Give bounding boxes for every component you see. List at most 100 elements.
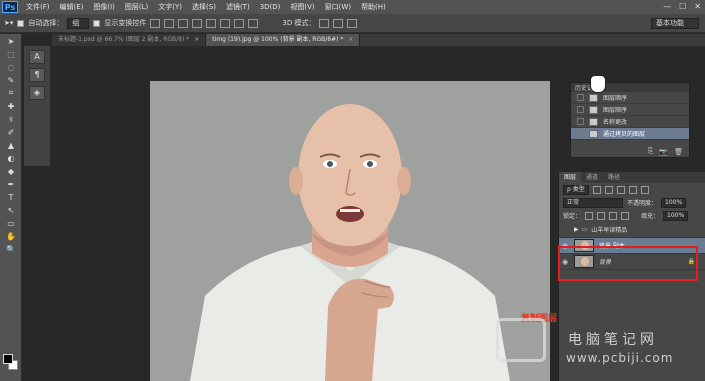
paragraph-panel-button[interactable]: ¶ [29,68,45,82]
tool-icon[interactable]: ◌ [4,61,18,73]
lock-pixels-icon[interactable] [597,211,606,220]
menu-view[interactable]: 视图(V) [285,2,319,12]
history-state-icon [589,117,598,126]
filter-adjust-icon[interactable] [604,185,613,194]
lock-position-icon[interactable] [609,211,618,220]
align-bottom-icon[interactable] [178,18,189,28]
tool-icon[interactable]: ↖ [4,204,18,216]
auto-select-label: 自动选择： [28,19,64,27]
tool-icon[interactable]: ✎ [4,74,18,86]
tool-icon[interactable]: ⌗ [4,87,18,99]
photo-bald-man [150,81,550,381]
rotate-3d-icon[interactable] [319,18,330,28]
tool-icon[interactable]: ✒ [4,178,18,190]
menu-3d[interactable]: 3D(D) [255,3,286,11]
workspace-dropdown[interactable]: 基本功能 [651,18,699,29]
menu-select[interactable]: 选择(S) [187,2,221,12]
menu-type[interactable]: 文字(Y) [153,2,187,12]
align-right-icon[interactable] [220,18,231,28]
tab-label: timg (19).jpg @ 100% (背景 副本, RGB/8#) * [212,36,344,43]
snapshot-icon[interactable]: 📷 [659,148,668,156]
distribute-icon[interactable] [234,18,245,28]
distribute-icon[interactable] [248,18,259,28]
close-icon[interactable]: ✕ [694,2,701,11]
tab-channels[interactable]: 通道 [581,172,603,183]
menu-help[interactable]: 帮助(H) [356,2,391,12]
filter-smart-icon[interactable] [640,185,649,194]
history-item[interactable]: 图层顺序 [571,92,689,104]
tool-icon[interactable]: 🔍 [4,243,18,255]
tool-icon[interactable]: ✐ [4,126,18,138]
layer-group-row[interactable]: ▶ ▭ 山羊早读精品 [559,222,705,238]
history-item-selected[interactable]: 通过拷贝的图层 [571,128,689,140]
pan-3d-icon[interactable] [333,18,344,28]
tool-icon[interactable]: T [4,191,18,203]
tab-layers[interactable]: 图层 [559,172,582,183]
filter-pixel-icon[interactable] [592,185,601,194]
3d-panel-button[interactable]: ◈ [29,86,45,100]
options-bar: ➤▾ 自动选择： 组 显示变换控件 3D 模式： 基本功能 [0,14,705,33]
watermark-url: www.pcbiji.com [566,351,674,365]
tool-icon[interactable]: ➤ [4,35,18,47]
move-tool-icon[interactable]: ➤▾ [4,19,13,27]
chevron-right-icon[interactable]: ▶ [574,226,579,233]
document-canvas[interactable] [150,81,550,381]
auto-select-checkbox[interactable] [17,19,25,27]
menu-image[interactable]: 图像(I) [88,2,120,12]
maximize-icon[interactable]: ☐ [679,2,686,11]
tool-icon[interactable]: ⚕ [4,113,18,125]
folder-icon: ▭ [581,226,588,233]
tool-icon[interactable]: ◆ [4,165,18,177]
auto-select-dropdown[interactable]: 组 [67,17,90,29]
align-top-icon[interactable] [150,18,161,28]
tool-icon[interactable]: ▭ [4,217,18,229]
tool-icon[interactable]: ▲ [4,139,18,151]
history-item[interactable]: 图层顺序 [571,104,689,116]
foreground-color-swatch[interactable] [3,354,13,364]
opacity-input[interactable]: 100% [661,197,687,208]
tool-icon[interactable]: ✚ [4,100,18,112]
blend-row: 正常 不透明度： 100% [559,196,705,209]
trash-icon[interactable]: 🗑 [674,148,683,156]
align-center-icon[interactable] [206,18,217,28]
history-state-icon [589,129,598,138]
tool-icon[interactable]: ✋ [4,230,18,242]
window-controls: — ☐ ✕ [663,2,701,11]
menu-edit[interactable]: 编辑(E) [55,2,89,12]
photoshop-logo: Ps [2,1,18,13]
align-middle-icon[interactable] [164,18,175,28]
align-left-icon[interactable] [192,18,203,28]
tab-timg[interactable]: timg (19).jpg @ 100% (背景 副本, RGB/8#) * × [206,34,361,46]
history-panel-header: 历史记录 [571,83,689,92]
layer-filter-dropdown[interactable]: ρ 类型 [563,184,589,195]
filter-shape-icon[interactable] [628,185,637,194]
lock-transparent-icon[interactable] [585,211,594,220]
tool-icon[interactable]: ◐ [4,152,18,164]
lock-all-icon[interactable] [621,211,630,220]
menu-window[interactable]: 窗口(W) [320,2,356,12]
show-transform-checkbox[interactable] [93,19,101,27]
layer-filter-row: ρ 类型 [559,183,705,196]
history-item[interactable]: 名称更改 [571,116,689,128]
new-document-icon[interactable]: ⎘ [648,147,654,156]
highlight-box [558,246,698,281]
close-tab-icon[interactable]: × [194,36,199,43]
mode-3d-label: 3D 模式： [282,19,316,27]
fill-input[interactable]: 100% [663,210,689,221]
close-tab-icon[interactable]: × [348,36,353,43]
filter-type-icon[interactable] [616,185,625,194]
document-tabs: 未标题-1.psd @ 66.7% (图层 2 副本, RGB/8) * × ti… [52,34,705,46]
character-panel-button[interactable]: A [29,50,45,64]
history-state-icon [589,105,598,114]
blend-mode-dropdown[interactable]: 正常 [563,197,623,208]
tab-untitled[interactable]: 未标题-1.psd @ 66.7% (图层 2 副本, RGB/8) * × [52,34,207,46]
minimize-icon[interactable]: — [663,2,671,11]
slide-3d-icon[interactable] [347,18,358,28]
tab-paths[interactable]: 路径 [603,172,625,183]
tool-icon[interactable]: ⬚ [4,48,18,60]
menu-filter[interactable]: 滤镜(T) [221,2,255,12]
menu-file[interactable]: 文件(F) [21,2,55,12]
show-transform-label: 显示变换控件 [104,19,147,27]
menu-layer[interactable]: 图层(L) [120,2,153,12]
history-footer: ⎘ 📷 🗑 [571,146,689,157]
